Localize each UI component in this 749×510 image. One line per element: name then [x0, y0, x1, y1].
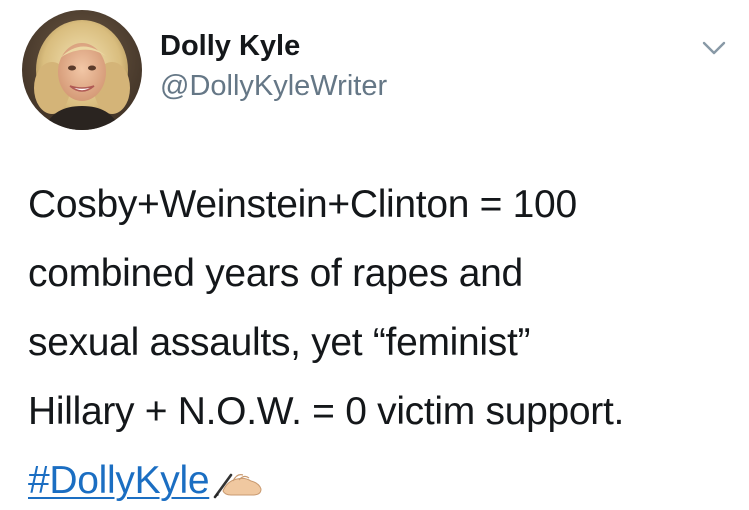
hashtag-link[interactable]: #DollyKyle: [28, 459, 210, 502]
tweet-card: Dolly Kyle @DollyKyleWriter Cosby+Weinst…: [0, 0, 749, 510]
tweet-text-line: sexual assaults, yet “feminist”: [28, 321, 531, 364]
tweet-text-line: Hillary + N.O.W. = 0 victim support.: [28, 390, 625, 433]
chevron-down-icon[interactable]: [700, 38, 728, 58]
tweet-hashtag-line: #DollyKyle: [28, 446, 738, 510]
profile-photo-icon: [22, 10, 142, 130]
writing-hand-emoji-icon: [211, 452, 263, 499]
tweet-text-line: Cosby+Weinstein+Clinton = 100: [28, 183, 577, 226]
user-handle[interactable]: @DollyKyleWriter: [160, 68, 387, 104]
display-name[interactable]: Dolly Kyle: [160, 28, 300, 64]
avatar[interactable]: [22, 10, 142, 130]
tweet-text-line: combined years of rapes and: [28, 252, 523, 295]
tweet-text: Cosby+Weinstein+Clinton = 100 combined y…: [28, 170, 738, 510]
